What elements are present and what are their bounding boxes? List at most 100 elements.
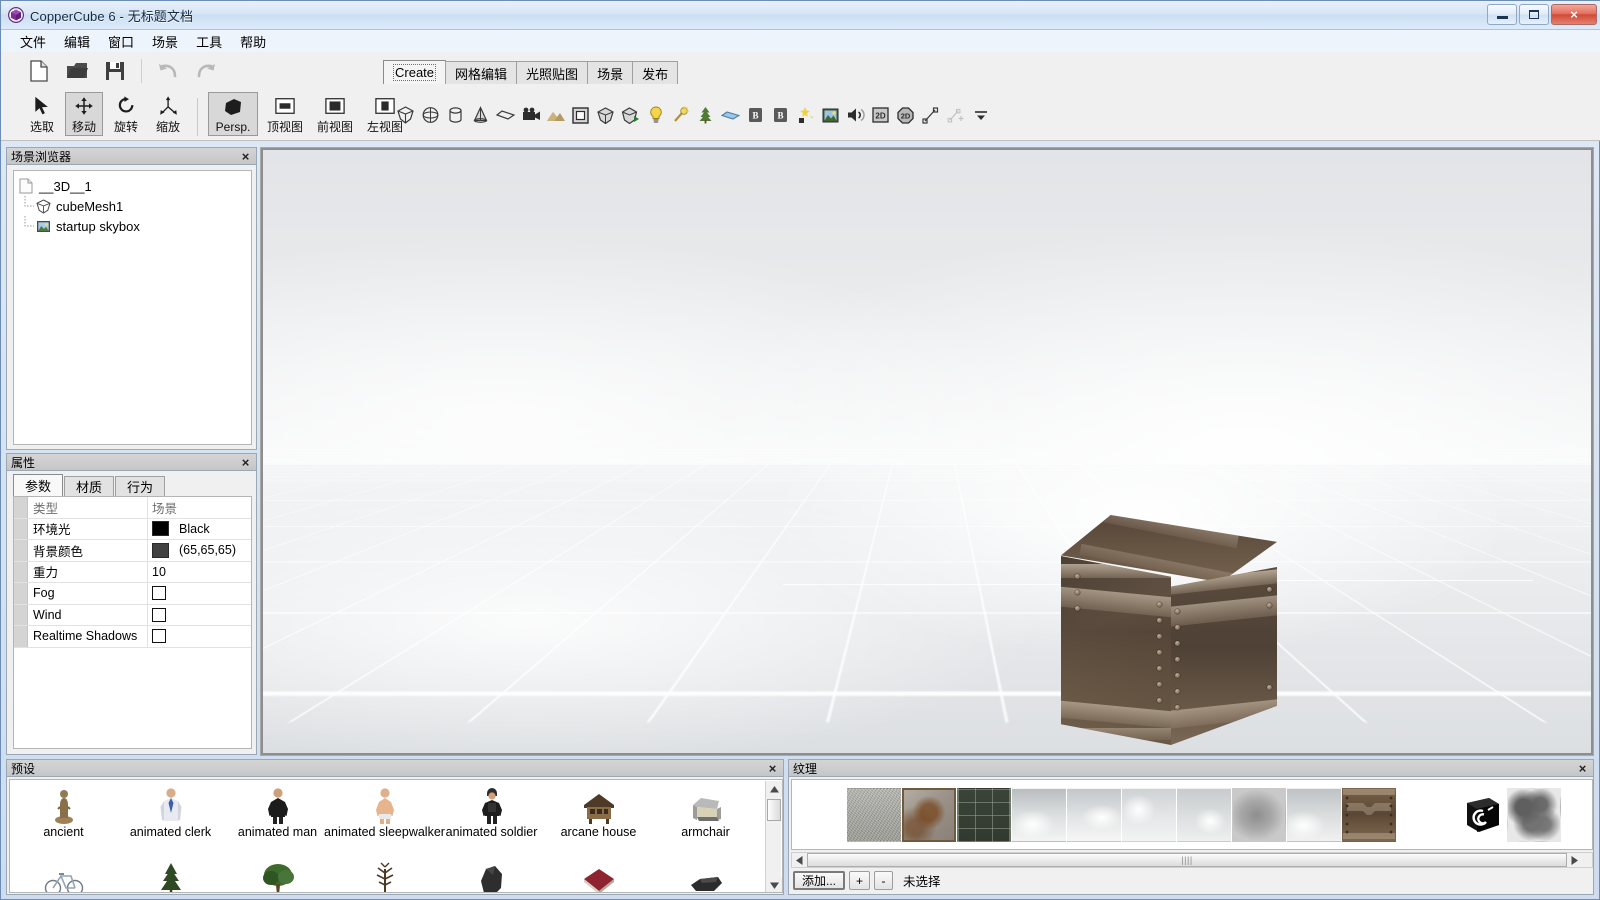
presets-vertical-scrollbar[interactable] (765, 781, 781, 893)
water-icon[interactable] (718, 102, 743, 128)
sound-icon[interactable] (843, 102, 868, 128)
sparkle-icon[interactable] (793, 102, 818, 128)
property-value-cell[interactable] (148, 605, 251, 626)
sphere-icon[interactable] (418, 102, 443, 128)
tab-publish[interactable]: 发布 (632, 61, 678, 84)
property-value-cell[interactable] (148, 626, 251, 647)
texture-blur-gray[interactable] (1507, 788, 1561, 842)
property-value[interactable]: 10 (148, 562, 251, 583)
menu-help[interactable]: 帮助 (231, 30, 275, 53)
scrollbar-thumb[interactable]: |||| (807, 853, 1567, 867)
tool-scale[interactable]: 缩放 (149, 92, 187, 136)
preset-item[interactable]: animated soldier (438, 782, 545, 840)
property-value-cell[interactable]: Black (148, 519, 251, 540)
property-row-realtime-shadows[interactable]: Realtime Shadows (14, 626, 251, 648)
tab-lightmap[interactable]: 光照贴图 (516, 61, 588, 84)
room-icon[interactable] (568, 102, 593, 128)
add-texture-button[interactable]: 添加... (793, 871, 845, 890)
scene-node-3d-1[interactable]: __3D__1 (18, 176, 247, 196)
texture-sky-5[interactable] (1287, 788, 1341, 842)
texture-sky-4[interactable] (1177, 788, 1231, 842)
tool-select[interactable]: 选取 (23, 92, 61, 136)
tab-create[interactable]: Create (383, 60, 446, 84)
close-button[interactable]: × (1551, 4, 1597, 25)
properties-close-icon[interactable]: × (239, 456, 252, 469)
property-row-background-color[interactable]: 背景颜色 (65,65,65) (14, 540, 251, 562)
texture-sky-2[interactable] (1067, 788, 1121, 842)
property-row-wind[interactable]: Wind (14, 605, 251, 627)
scene-browser-close-icon[interactable]: × (239, 150, 252, 163)
texture-white[interactable] (1397, 788, 1451, 842)
open-document-button[interactable] (63, 57, 91, 85)
preset-item[interactable] (652, 840, 759, 893)
prop-tab-behaviors[interactable]: 行为 (115, 476, 165, 496)
preset-item[interactable] (545, 840, 652, 893)
overlay-2d-icon[interactable]: 2D (868, 102, 893, 128)
presets-list[interactable]: ancient animated clerk animated man anim… (9, 779, 783, 893)
preset-item[interactable]: animated clerk (117, 782, 224, 840)
texture-sky-3[interactable] (1122, 788, 1176, 842)
preset-item[interactable] (438, 840, 545, 893)
preset-item[interactable]: animated man (224, 782, 331, 840)
preset-item[interactable] (331, 840, 438, 893)
cube-icon[interactable] (393, 102, 418, 128)
preset-item[interactable]: ancient (10, 782, 117, 840)
menu-tools[interactable]: 工具 (187, 30, 231, 53)
texture-crate[interactable] (1342, 788, 1396, 842)
light-icon[interactable] (643, 102, 668, 128)
menu-edit[interactable]: 编辑 (55, 30, 99, 53)
terrain-icon[interactable] (543, 102, 568, 128)
scroll-right-arrow-icon[interactable] (1567, 853, 1582, 867)
texture-concrete[interactable] (847, 788, 901, 842)
textures-list[interactable] (791, 779, 1593, 850)
undo-button[interactable] (154, 57, 182, 85)
property-value-cell[interactable] (148, 583, 251, 604)
property-row-fog[interactable]: Fog (14, 583, 251, 605)
decrease-thumbnail-button[interactable]: - (874, 871, 893, 890)
scene-node-cubemesh1[interactable]: cubeMesh1 (18, 196, 247, 216)
presets-close-icon[interactable]: × (766, 762, 779, 775)
prop-tab-parameters[interactable]: 参数 (13, 474, 63, 496)
hud-2d-icon[interactable]: 2D (893, 102, 918, 128)
redo-button[interactable] (192, 57, 220, 85)
preset-item[interactable] (224, 840, 331, 893)
cylinder-icon[interactable] (443, 102, 468, 128)
fog-checkbox[interactable] (152, 586, 166, 600)
scroll-down-arrow-icon[interactable] (766, 877, 782, 893)
text-b-icon[interactable]: B (768, 102, 793, 128)
color-swatch[interactable] (152, 521, 169, 536)
prop-tab-materials[interactable]: 材质 (64, 476, 114, 496)
textures-horizontal-scrollbar[interactable]: |||| (791, 852, 1593, 868)
maximize-button[interactable] (1519, 4, 1549, 25)
tool-move[interactable]: 移动 (65, 92, 103, 136)
model-icon[interactable] (593, 102, 618, 128)
realtime-shadows-checkbox[interactable] (152, 629, 166, 643)
cube-mesh-object[interactable] (1061, 515, 1277, 745)
tree-plant-icon[interactable] (693, 102, 718, 128)
billboard-b-icon[interactable]: B (743, 102, 768, 128)
particle-icon[interactable] (668, 102, 693, 128)
cone-icon[interactable] (468, 102, 493, 128)
tab-mesh-edit[interactable]: 网格编辑 (445, 61, 517, 84)
model-animated-icon[interactable] (618, 102, 643, 128)
more-dropdown-icon[interactable] (968, 102, 993, 128)
preset-item[interactable] (117, 840, 224, 893)
texture-sky-1[interactable] (1012, 788, 1066, 842)
view-front[interactable]: 前视图 (312, 92, 358, 136)
preset-item[interactable]: arcane house (545, 782, 652, 840)
textures-close-icon[interactable]: × (1576, 762, 1589, 775)
property-row-gravity[interactable]: 重力 10 (14, 562, 251, 584)
tool-rotate[interactable]: 旋转 (107, 92, 145, 136)
preset-item[interactable]: armchair (652, 782, 759, 840)
texture-logo-cube[interactable] (1452, 788, 1506, 842)
wind-checkbox[interactable] (152, 608, 166, 622)
texture-dark-grid[interactable] (957, 788, 1011, 842)
3d-viewport[interactable] (263, 150, 1591, 753)
scene-node-startup-skybox[interactable]: startup skybox (18, 216, 247, 236)
save-document-button[interactable] (101, 57, 129, 85)
texture-rusty-metal[interactable] (902, 788, 956, 842)
property-row-ambient-light[interactable]: 环境光 Black (14, 519, 251, 541)
menu-scene[interactable]: 场景 (143, 30, 187, 53)
path-icon[interactable] (918, 102, 943, 128)
camera-icon[interactable] (518, 102, 543, 128)
